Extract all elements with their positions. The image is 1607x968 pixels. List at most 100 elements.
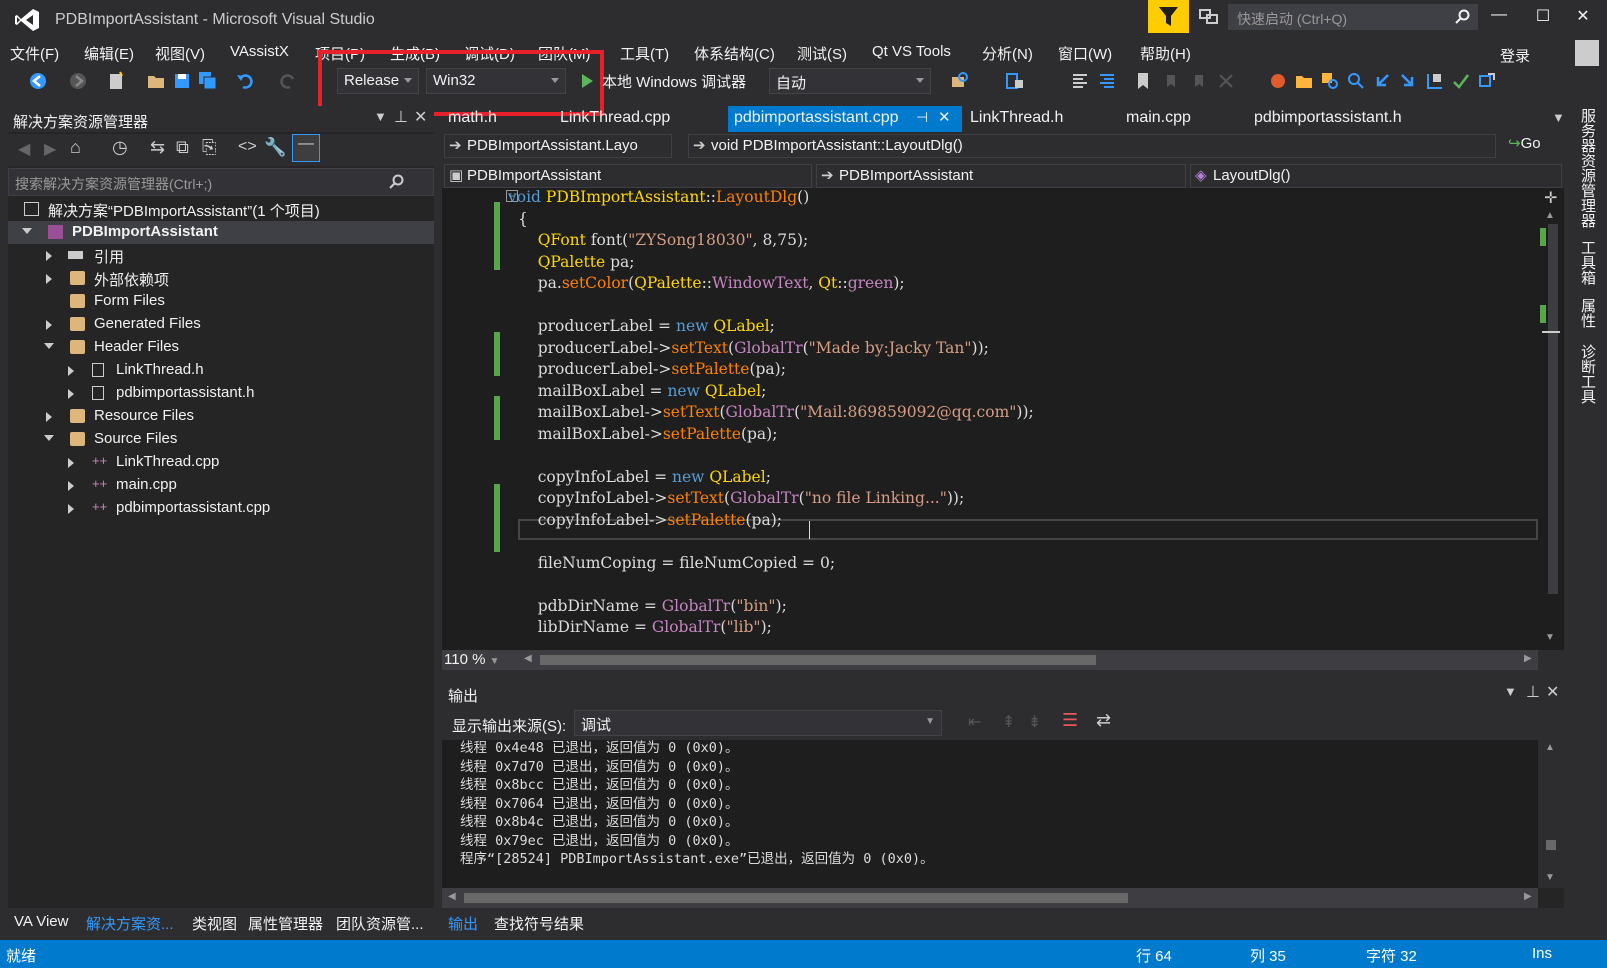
output-horizontal-scrollbar[interactable]: ◀ ▶ bbox=[442, 888, 1538, 908]
expand-arrow-icon[interactable] bbox=[68, 458, 74, 468]
tab-solution-explorer[interactable]: 解决方案资... bbox=[86, 913, 174, 934]
tab-linkthread-cpp[interactable]: LinkThread.cpp bbox=[554, 106, 676, 132]
tree-item-main-cpp[interactable]: ++ main.cpp bbox=[8, 474, 434, 497]
tree-item-pdbimportassistant-h[interactable]: pdbimportassistant.h bbox=[8, 382, 434, 405]
tab-main-cpp[interactable]: main.cpp bbox=[1120, 106, 1197, 132]
scroll-down-icon[interactable]: ▼ bbox=[1545, 872, 1555, 883]
home-icon[interactable]: ⌂ bbox=[70, 137, 81, 158]
scroll-up-icon[interactable]: ▲ bbox=[1545, 210, 1555, 221]
find-symbol-icon[interactable] bbox=[1320, 71, 1340, 91]
expand-arrow-icon[interactable] bbox=[68, 366, 74, 376]
tab-pdbimportassistant-h[interactable]: pdbimportassistant.h bbox=[1248, 106, 1408, 132]
tab-class-view[interactable]: 类视图 bbox=[192, 913, 237, 934]
expand-arrow-icon[interactable] bbox=[44, 343, 54, 349]
menu-window[interactable]: 窗口(W) bbox=[1058, 43, 1112, 64]
menu-view[interactable]: 视图(V) bbox=[155, 43, 205, 64]
class-select[interactable]: ➔ PDBImportAssistant bbox=[816, 164, 1186, 188]
tab-toolbox[interactable]: 工具箱 bbox=[1578, 240, 1598, 285]
expand-arrow-icon[interactable] bbox=[22, 228, 32, 234]
close-tab-icon[interactable]: ✕ bbox=[938, 108, 951, 126]
account-icon[interactable] bbox=[1575, 40, 1599, 66]
tab-va-view[interactable]: VA View bbox=[14, 913, 68, 930]
close-panel-icon[interactable]: ✕ bbox=[1546, 682, 1559, 702]
output-vertical-scrollbar[interactable]: ▲ ▼ bbox=[1538, 740, 1564, 888]
tree-item-pdbimportassistant-cpp[interactable]: ++ pdbimportassistant.cpp bbox=[8, 497, 434, 520]
preview-selected-icon[interactable]: — bbox=[292, 134, 320, 162]
quick-launch-input[interactable]: 快速启动 (Ctrl+Q) bbox=[1228, 4, 1478, 30]
navigate-back-icon[interactable] bbox=[28, 71, 48, 91]
minimize-button[interactable]: — bbox=[1484, 6, 1514, 30]
feedback-icon[interactable] bbox=[1198, 6, 1220, 28]
panel-dropdown-icon[interactable]: ▼ bbox=[374, 109, 387, 124]
scroll-right-icon[interactable]: ▶ bbox=[1524, 891, 1532, 902]
undo-icon[interactable] bbox=[235, 71, 255, 91]
tree-item-source-files[interactable]: Source Files bbox=[8, 428, 434, 451]
tree-item-references[interactable]: 引用 bbox=[8, 244, 434, 267]
collapse-all-icon[interactable]: ⧉ bbox=[176, 137, 189, 158]
horizontal-scroll-thumb[interactable] bbox=[464, 893, 1128, 903]
expand-arrow-icon[interactable] bbox=[68, 389, 74, 399]
tree-item-generated-files[interactable]: Generated Files bbox=[8, 313, 434, 336]
next-message-icon[interactable]: ⇟ bbox=[1028, 712, 1041, 732]
visual-assist-icon[interactable] bbox=[1268, 71, 1288, 91]
scroll-right-icon[interactable]: ▶ bbox=[1524, 653, 1532, 664]
editor-horizontal-scrollbar[interactable]: 110 % ▼ ◀ ▶ bbox=[442, 650, 1538, 670]
expand-arrow-icon[interactable] bbox=[44, 435, 54, 441]
debug-mode-select[interactable]: 自动 bbox=[769, 68, 931, 94]
word-wrap-icon[interactable]: ⇄ bbox=[1096, 710, 1111, 731]
menu-file[interactable]: 文件(F) bbox=[10, 43, 59, 64]
maximize-button[interactable]: ☐ bbox=[1528, 6, 1558, 30]
back-icon[interactable]: ◀ bbox=[18, 139, 30, 159]
tab-pdbimportassistant-cpp[interactable]: pdbimportassistant.cpp ⊣ ✕ bbox=[728, 106, 962, 132]
navigate-forward-icon[interactable] bbox=[68, 71, 88, 91]
uncomment-icon[interactable] bbox=[1097, 71, 1117, 91]
find-message-icon[interactable]: ⇤ bbox=[968, 712, 981, 732]
spell-check-icon[interactable] bbox=[1451, 71, 1471, 91]
comment-out-icon[interactable] bbox=[1070, 71, 1090, 91]
tree-item-external-deps[interactable]: 外部依赖项 bbox=[8, 267, 434, 290]
pin-tab-icon[interactable]: ⊣ bbox=[916, 109, 928, 126]
clear-all-icon[interactable]: ☰ bbox=[1062, 710, 1078, 731]
tree-item-header-files[interactable]: Header Files bbox=[8, 336, 434, 359]
tree-item-form-files[interactable]: Form Files bbox=[8, 290, 434, 313]
save-all-icon[interactable] bbox=[198, 71, 218, 91]
expand-arrow-icon[interactable] bbox=[68, 504, 74, 514]
scroll-thumb[interactable] bbox=[1546, 840, 1556, 850]
notification-filter-icon[interactable] bbox=[1148, 0, 1189, 33]
tree-item-project[interactable]: PDBImportAssistant bbox=[8, 221, 434, 244]
menu-help[interactable]: 帮助(H) bbox=[1140, 43, 1191, 64]
scope-select[interactable]: ➔ PDBImportAssistant.Layo bbox=[444, 134, 672, 158]
function-select[interactable]: ➔ void PDBImportAssistant::LayoutDlg() bbox=[688, 134, 1496, 158]
sign-in-link[interactable]: 登录 bbox=[1500, 45, 1530, 66]
menu-qt-vs-tools[interactable]: Qt VS Tools bbox=[872, 43, 951, 60]
tab-team-explorer[interactable]: 团队资源管... bbox=[336, 913, 424, 934]
solution-explorer-icon[interactable] bbox=[1005, 71, 1025, 91]
go-button[interactable]: ↪Go bbox=[1508, 134, 1541, 152]
next-bookmark-icon[interactable] bbox=[1188, 71, 1208, 91]
tab-output[interactable]: 输出 bbox=[448, 913, 478, 934]
tab-server-explorer[interactable]: 服务器资源管理器 bbox=[1578, 108, 1598, 228]
previous-message-icon[interactable]: ⇞ bbox=[1002, 712, 1015, 732]
expand-arrow-icon[interactable] bbox=[46, 251, 52, 261]
refactor-icon[interactable] bbox=[1425, 71, 1445, 91]
scroll-left-icon[interactable]: ◀ bbox=[524, 653, 532, 664]
scroll-down-icon[interactable]: ▼ bbox=[1545, 632, 1555, 643]
tab-list-dropdown-icon[interactable]: ▼ bbox=[1552, 110, 1565, 125]
bookmark-icon[interactable] bbox=[1133, 71, 1153, 91]
redo-icon[interactable] bbox=[278, 71, 298, 91]
save-icon[interactable] bbox=[172, 71, 192, 91]
project-select[interactable]: ▣ PDBImportAssistant bbox=[444, 164, 812, 188]
zoom-level-select[interactable]: 110 % ▼ bbox=[444, 651, 500, 668]
pin-icon[interactable]: ⊥ bbox=[394, 107, 408, 127]
tree-item-linkthread-h[interactable]: LinkThread.h bbox=[8, 359, 434, 382]
view-code-icon[interactable]: <> bbox=[238, 138, 257, 156]
expand-arrow-icon[interactable] bbox=[46, 274, 52, 284]
expand-arrow-icon[interactable] bbox=[46, 412, 52, 422]
forward-icon[interactable]: ▶ bbox=[44, 139, 56, 159]
expand-arrow-icon[interactable] bbox=[68, 481, 74, 491]
scroll-up-icon[interactable]: ▲ bbox=[1545, 742, 1555, 753]
panel-dropdown-icon[interactable]: ▼ bbox=[1504, 684, 1517, 699]
clear-bookmarks-icon[interactable] bbox=[1216, 71, 1236, 91]
output-source-select[interactable]: 调试 ▼ bbox=[574, 710, 942, 736]
output-text-area[interactable]: 线程 0x4e48 已退出，返回值为 0 (0x0)。 线程 0x7d70 已退出… bbox=[442, 740, 1538, 888]
